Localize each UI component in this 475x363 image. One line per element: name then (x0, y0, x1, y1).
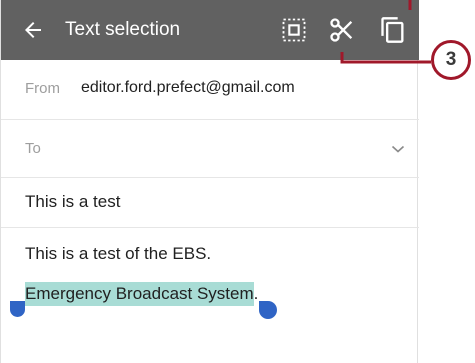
body-line-rest: . (253, 284, 259, 303)
toolbar-title: Text selection (65, 19, 181, 40)
back-arrow-icon[interactable] (21, 18, 45, 42)
chevron-down-icon[interactable] (391, 144, 405, 154)
text-selection-toolbar: Text selection (1, 0, 419, 60)
select-all-icon[interactable] (280, 16, 308, 44)
to-field[interactable]: To (1, 120, 419, 178)
cut-icon[interactable] (328, 16, 356, 44)
subject-field[interactable]: This is a test (1, 178, 419, 228)
body-line-selected: Emergency Broadcast System. (25, 282, 259, 306)
selection-end-handle[interactable] (259, 301, 277, 319)
from-account[interactable]: editor.ford.prefect@gmail.com (81, 79, 295, 97)
from-label: From (25, 80, 60, 97)
from-row: From editor.ford.prefect@gmail.com (1, 60, 419, 120)
copy-icon[interactable] (379, 16, 407, 44)
to-label: To (25, 140, 41, 157)
selection-start-handle[interactable] (10, 301, 25, 317)
body-line: This is a test of the EBS. (25, 244, 212, 263)
message-body[interactable]: This is a test of the EBS. Emergency Bro… (1, 228, 419, 363)
selected-text[interactable]: Emergency Broadcast System (25, 282, 254, 306)
subject-text: This is a test (25, 192, 121, 211)
email-compose-screen: Text selection From editor.ford.prefect@… (0, 0, 419, 363)
callout-badge: 3 (431, 40, 471, 80)
